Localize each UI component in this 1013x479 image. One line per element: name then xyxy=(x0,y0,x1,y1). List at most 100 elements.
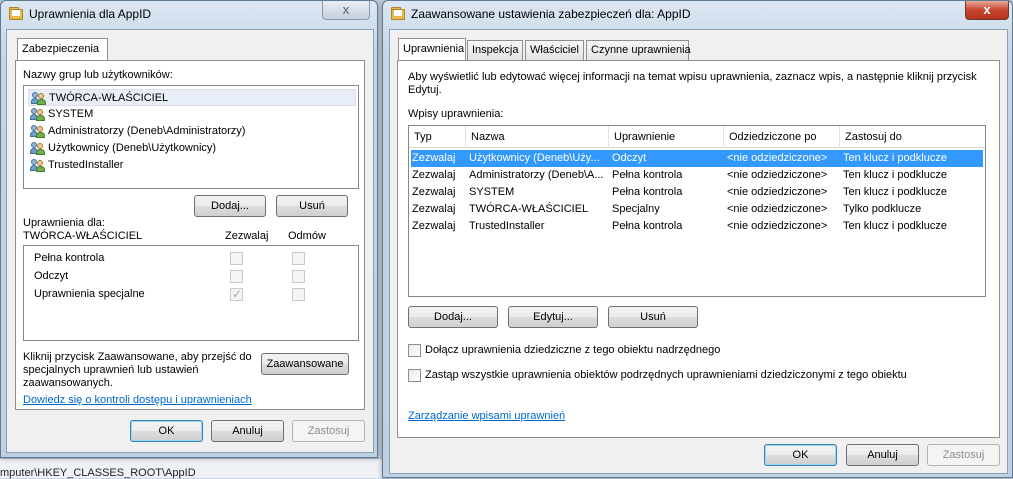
table-cell: Ten klucz i podklucze xyxy=(843,220,947,232)
table-cell: <nie odziedziczone> xyxy=(727,152,828,164)
table-cell: Zezwalaj xyxy=(412,186,456,198)
permissions-for-user: TWÓRCA-WŁAŚCICIEL xyxy=(23,230,143,242)
manage-entries-link[interactable]: Zarządzanie wpisami uprawnień xyxy=(408,410,565,422)
permissions-list: Pełna kontrola Odczyt Uprawnienia specja… xyxy=(23,245,359,341)
user-group-icon xyxy=(30,159,46,172)
permission-entries-table[interactable]: Typ Nazwa Uprawnienie Odziedziczone po Z… xyxy=(408,125,986,297)
table-row[interactable]: Zezwalaj SYSTEM Pełna kontrola <nie odziedz… xyxy=(411,184,983,201)
cancel-button[interactable]: Anuluj xyxy=(846,444,919,466)
column-header-apply-to[interactable]: Zastosuj do xyxy=(840,126,985,148)
tab-auditing[interactable]: Inspekcja xyxy=(467,40,523,60)
allow-checkbox[interactable] xyxy=(230,287,243,301)
table-cell: Zezwalaj xyxy=(412,152,456,164)
apply-button[interactable]: Zastosuj xyxy=(927,444,1000,466)
permission-name: Uprawnienia specjalne xyxy=(34,288,145,300)
table-cell: TrustedInstaller xyxy=(469,220,545,232)
close-button[interactable]: x xyxy=(322,1,370,20)
table-row[interactable]: Zezwalaj TrustedInstaller Pełna kontrola <n… xyxy=(411,218,983,235)
table-cell: Ten klucz i podklucze xyxy=(843,152,947,164)
info-text: Aby wyświetlić lub edytować więcej infor… xyxy=(408,71,977,97)
background-path-text: mputer\HKEY_CLASSES_ROOT\AppID xyxy=(0,467,196,479)
user-item-label: TWÓRCA-WŁAŚCICIEL xyxy=(49,92,169,104)
replace-child-checkbox[interactable] xyxy=(408,369,421,382)
include-inheritable-checkbox[interactable] xyxy=(408,344,421,357)
user-item[interactable]: SYSTEM xyxy=(28,106,356,123)
table-cell: Pełna kontrola xyxy=(612,186,683,198)
table-cell: <nie odziedziczone> xyxy=(727,169,828,181)
deny-checkbox[interactable] xyxy=(292,288,305,301)
permissions-dialog-body: Zabezpieczenia Nazwy grup lub użytkownik… xyxy=(6,29,374,453)
user-item-label: Użytkownicy (Deneb\Użytkownicy) xyxy=(48,142,217,154)
close-button[interactable]: x xyxy=(965,1,1009,20)
edit-entry-button[interactable]: Edytuj... xyxy=(508,306,598,328)
users-list[interactable]: TWÓRCA-WŁAŚCICIEL SYSTEM Administratorzy… xyxy=(23,85,359,189)
table-row[interactable]: Zezwalaj Administratorzy (Deneb\A... Pełna… xyxy=(411,167,983,184)
permission-name: Pełna kontrola xyxy=(34,252,105,264)
table-row[interactable]: Zezwalaj Użytkownicy (Deneb\Uży... Odczyt <… xyxy=(411,150,983,167)
folder-icon xyxy=(391,7,405,20)
user-item[interactable]: Administratorzy (Deneb\Administratorzy) xyxy=(28,123,356,140)
table-cell: SYSTEM xyxy=(469,186,515,198)
add-entry-button[interactable]: Dodaj... xyxy=(408,306,498,328)
apply-button[interactable]: Zastosuj xyxy=(292,420,365,442)
allow-column-header: Zezwalaj xyxy=(225,230,269,242)
tab-owner[interactable]: Właściciel xyxy=(525,40,584,60)
table-cell: <nie odziedziczone> xyxy=(727,186,828,198)
column-header-type[interactable]: Typ xyxy=(409,126,466,148)
table-cell: Tylko podklucze xyxy=(843,203,922,215)
access-control-help-link[interactable]: Dowiedz się o kontroli dostępu i uprawni… xyxy=(23,394,252,406)
add-user-button[interactable]: Dodaj... xyxy=(194,195,266,217)
table-cell: Administratorzy (Deneb\A... xyxy=(469,169,604,181)
ok-button[interactable]: OK xyxy=(130,420,203,442)
advanced-note: Kliknij przycisk Zaawansowane, aby przej… xyxy=(23,351,252,390)
deny-checkbox[interactable] xyxy=(292,270,305,283)
user-item[interactable]: Użytkownicy (Deneb\Użytkownicy) xyxy=(28,140,356,157)
column-header-permission[interactable]: Uprawnienie xyxy=(609,126,724,148)
table-cell: Pełna kontrola xyxy=(612,169,683,181)
advanced-note-line: specjalnych uprawnień lub ustawień xyxy=(23,364,199,376)
allow-checkbox[interactable] xyxy=(230,270,243,283)
table-cell: Ten klucz i podklucze xyxy=(843,169,947,181)
deny-checkbox[interactable] xyxy=(292,252,305,265)
table-cell: Zezwalaj xyxy=(412,169,456,181)
advanced-note-line: zaawansowanych. xyxy=(23,377,113,389)
replace-child-label[interactable]: Zastąp wszystkie uprawnienia obiektów po… xyxy=(425,369,907,381)
advanced-note-line: Kliknij przycisk Zaawansowane, aby przej… xyxy=(23,351,252,363)
user-item-label: SYSTEM xyxy=(48,108,94,120)
entries-label: Wpisy uprawnienia: xyxy=(408,108,504,120)
cancel-button[interactable]: Anuluj xyxy=(211,420,284,442)
column-header-inherited-from[interactable]: Odziedziczone po xyxy=(724,126,840,148)
allow-checkbox[interactable] xyxy=(230,252,243,265)
table-cell: <nie odziedziczone> xyxy=(727,220,828,232)
table-cell: Użytkownicy (Deneb\Uży... xyxy=(469,152,600,164)
remove-user-button[interactable]: Usuń xyxy=(276,195,348,217)
tab-security[interactable]: Zabezpieczenia xyxy=(17,38,108,60)
permissions-dialog: Uprawnienia dla AppID x Zabezpieczenia N… xyxy=(0,0,378,458)
permissions-for-label: Uprawnienia dla: xyxy=(23,217,105,229)
table-cell: <nie odziedziczone> xyxy=(727,203,828,215)
advanced-security-body: Uprawnienia Inspekcja Właściciel Czynne … xyxy=(389,29,1008,474)
user-item[interactable]: TWÓRCA-WŁAŚCICIEL xyxy=(28,89,356,106)
tab-permissions[interactable]: Uprawnienia xyxy=(398,38,466,60)
user-item-label: Administratorzy (Deneb\Administratorzy) xyxy=(48,125,246,137)
tab-effective-permissions[interactable]: Czynne uprawnienia xyxy=(586,40,691,60)
user-item-label: TrustedInstaller xyxy=(48,159,124,171)
table-cell: Zezwalaj xyxy=(412,220,456,232)
security-tab-page: Nazwy grup lub użytkowników: TWÓRCA-WŁAŚ… xyxy=(15,60,365,410)
remove-entry-button[interactable]: Usuń xyxy=(608,306,698,328)
groups-label: Nazwy grup lub użytkowników: xyxy=(23,69,173,81)
info-text-line: Edytuj. xyxy=(408,84,442,96)
advanced-button[interactable]: Zaawansowane xyxy=(261,353,349,375)
include-inheritable-label[interactable]: Dołącz uprawnienia dziedziczne z tego ob… xyxy=(425,344,720,356)
column-header-name[interactable]: Nazwa xyxy=(466,126,609,148)
permissions-tab-page: Aby wyświetlić lub edytować więcej infor… xyxy=(397,60,1000,438)
table-cell: Pełna kontrola xyxy=(612,220,683,232)
table-cell: Odczyt xyxy=(612,152,647,164)
background-address-strip: mputer\HKEY_CLASSES_ROOT\AppID xyxy=(0,458,385,479)
user-item[interactable]: TrustedInstaller xyxy=(28,157,356,174)
ok-button[interactable]: OK xyxy=(764,444,837,466)
table-row[interactable]: Zezwalaj TWÓRCA-WŁAŚCICIEL Specjalny <nie o… xyxy=(411,201,983,218)
advanced-security-dialog: Zaawansowane ustawienia zabezpieczeń dla… xyxy=(382,0,1013,478)
folder-icon xyxy=(9,7,23,20)
deny-column-header: Odmów xyxy=(288,230,326,242)
